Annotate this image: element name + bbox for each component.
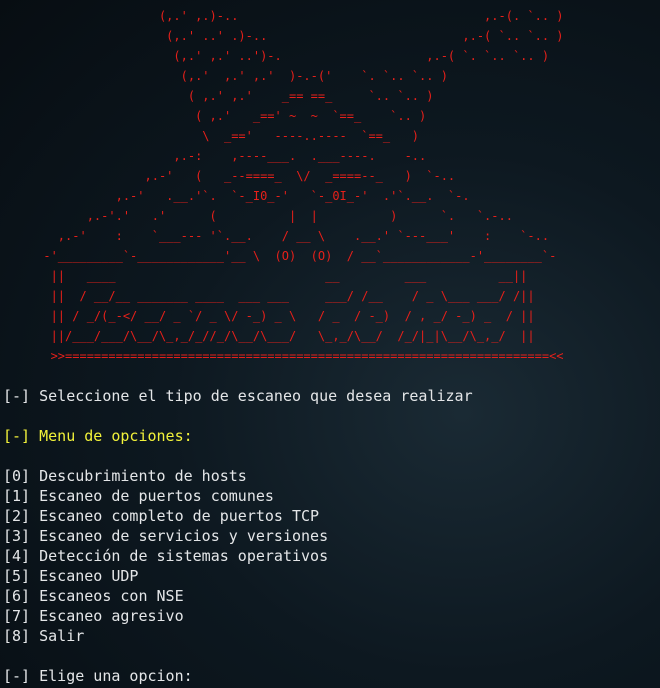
- menu-title: [-] Menu de opciones:: [3, 427, 193, 445]
- menu-option-0: [0] Descubrimiento de hosts: [3, 467, 247, 485]
- menu-option-8: [8] Salir: [3, 627, 85, 645]
- choose-option-prompt[interactable]: [-] Elige una opcion:: [3, 666, 193, 686]
- menu-option-5: [5] Escaneo UDP: [3, 567, 139, 585]
- menu-option-7: [7] Escaneo agresivo: [3, 607, 184, 625]
- menu-option-2: [2] Escaneo completo de puertos TCP: [3, 507, 320, 525]
- menu-option-3: [3] Escaneo de servicios y versiones: [3, 527, 329, 545]
- terminal-window[interactable]: (,.' ,.)-.. ,.-(. `.. ) (,.' ..' .)-.. ,…: [0, 0, 660, 688]
- menu-option-1: [1] Escaneo de puertos comunes: [3, 487, 274, 505]
- menu-option-4: [4] Detección de sistemas operativos: [3, 547, 329, 565]
- scan-type-prompt: [-] Seleccione el tipo de escaneo que de…: [3, 387, 473, 405]
- menu-option-6: [6] Escaneos con NSE: [3, 587, 184, 605]
- ascii-art-banner: (,.' ,.)-.. ,.-(. `.. ) (,.' ..' .)-.. ,…: [43, 9, 564, 363]
